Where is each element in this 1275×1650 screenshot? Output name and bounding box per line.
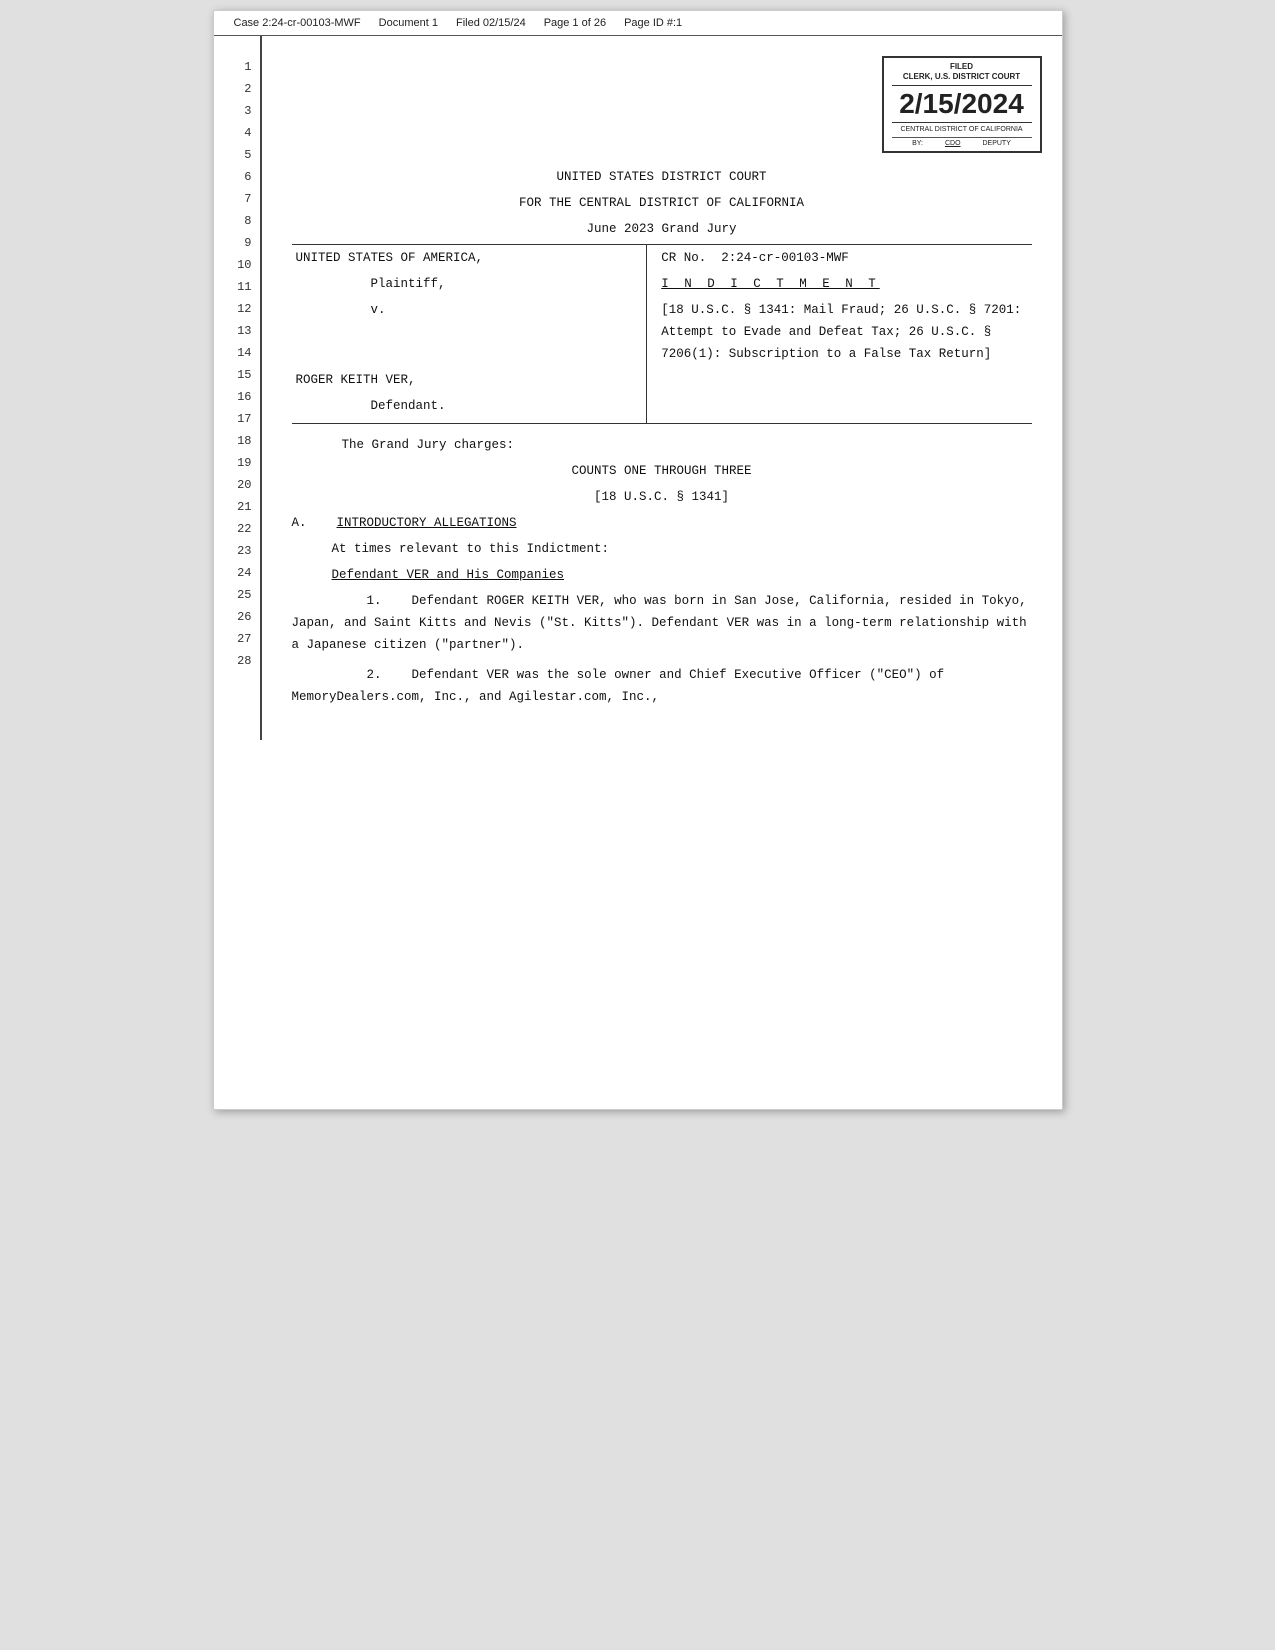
grand-jury-charges: The Grand Jury charges:	[292, 434, 1032, 456]
line-7: 7	[214, 188, 260, 210]
cr-no-cell: CR No. 2:24-cr-00103-MWF	[647, 245, 1032, 272]
line-5: 5	[214, 144, 260, 166]
line-2: 2	[214, 78, 260, 100]
plaintiff-cell: UNITED STATES OF AMERICA,	[292, 245, 647, 272]
line-8: 8	[214, 210, 260, 232]
court-district: FOR THE CENTRAL DISTRICT OF CALIFORNIA	[292, 192, 1032, 214]
stamp-district: CENTRAL DISTRICT OF CALIFORNIA	[892, 125, 1032, 135]
line-20: 20	[214, 474, 260, 496]
line-23: 23	[214, 540, 260, 562]
stamp-filed: FILED CLERK, U.S. DISTRICT COURT	[892, 62, 1032, 83]
document-page: Case 2:24-cr-00103-MWF Document 1 Filed …	[213, 10, 1063, 1110]
line-15: 15	[214, 364, 260, 386]
grand-jury-line: June 2023 Grand Jury	[292, 218, 1032, 240]
at-times-text: At times relevant to this Indictment:	[292, 538, 1032, 560]
main-content: FILED CLERK, U.S. DISTRICT COURT 2/15/20…	[262, 36, 1062, 740]
case-number: Case 2:24-cr-00103-MWF	[234, 17, 361, 29]
stamp-by: BY: CDO DEPUTY	[892, 137, 1032, 147]
line-21: 21	[214, 496, 260, 518]
line-9: 9	[214, 232, 260, 254]
court-name: UNITED STATES DISTRICT COURT	[292, 166, 1032, 188]
line-12: 12	[214, 298, 260, 320]
charges-cont-cell	[647, 367, 1032, 393]
charges-end-cell	[647, 393, 1032, 424]
line-6: 6	[214, 166, 260, 188]
line-3: 3	[214, 100, 260, 122]
paragraph-2: 2. Defendant VER was the sole owner and …	[292, 664, 1032, 708]
line-22: 22	[214, 518, 260, 540]
line-24: 24	[214, 562, 260, 584]
section-a-header: A. INTRODUCTORY ALLEGATIONS	[292, 512, 1032, 534]
stamp-box: FILED CLERK, U.S. DISTRICT COURT 2/15/20…	[882, 56, 1042, 153]
line-11: 11	[214, 276, 260, 298]
charges-cell: [18 U.S.C. § 1341: Mail Fraud; 26 U.S.C.…	[647, 297, 1032, 367]
line-28: 28	[214, 650, 260, 672]
case-table: UNITED STATES OF AMERICA, CR No. 2:24-cr…	[292, 244, 1032, 424]
court-stamp: FILED CLERK, U.S. DISTRICT COURT 2/15/20…	[882, 56, 1042, 153]
document-number: Document 1	[379, 17, 438, 29]
content-area: 1 2 3 4 5 6 7 8 9 10 11 12 13 14 15 16 1…	[214, 36, 1062, 740]
document-header: Case 2:24-cr-00103-MWF Document 1 Filed …	[214, 11, 1062, 36]
line-13: 13	[214, 320, 260, 342]
line-17: 17	[214, 408, 260, 430]
line-4: 4	[214, 122, 260, 144]
paragraph-1: 1. Defendant ROGER KEITH VER, who was bo…	[292, 590, 1032, 656]
filed-date: Filed 02/15/24	[456, 17, 526, 29]
subsection-title: Defendant VER and His Companies	[292, 564, 1032, 586]
line-1: 1	[214, 56, 260, 78]
plaintiff-role-cell: Plaintiff,	[292, 271, 647, 297]
line-26: 26	[214, 606, 260, 628]
line-27: 27	[214, 628, 260, 650]
line-14: 14	[214, 342, 260, 364]
line-18: 18	[214, 430, 260, 452]
indictment-cell: I N D I C T M E N T	[647, 271, 1032, 297]
page-id: Page ID #:1	[624, 17, 682, 29]
line-16: 16	[214, 386, 260, 408]
defendant-name-cell: ROGER KEITH VER,	[292, 367, 647, 393]
statute-ref: [18 U.S.C. § 1341]	[292, 486, 1032, 508]
line-25: 25	[214, 584, 260, 606]
vs-cell: v.	[292, 297, 647, 367]
page-info: Page 1 of 26	[544, 17, 606, 29]
line-19: 19	[214, 452, 260, 474]
stamp-date: 2/15/2024	[892, 85, 1032, 123]
defendant-role-cell: Defendant.	[292, 393, 647, 424]
line-10: 10	[214, 254, 260, 276]
counts-header: COUNTS ONE THROUGH THREE	[292, 460, 1032, 482]
line-numbers-column: 1 2 3 4 5 6 7 8 9 10 11 12 13 14 15 16 1…	[214, 36, 262, 740]
